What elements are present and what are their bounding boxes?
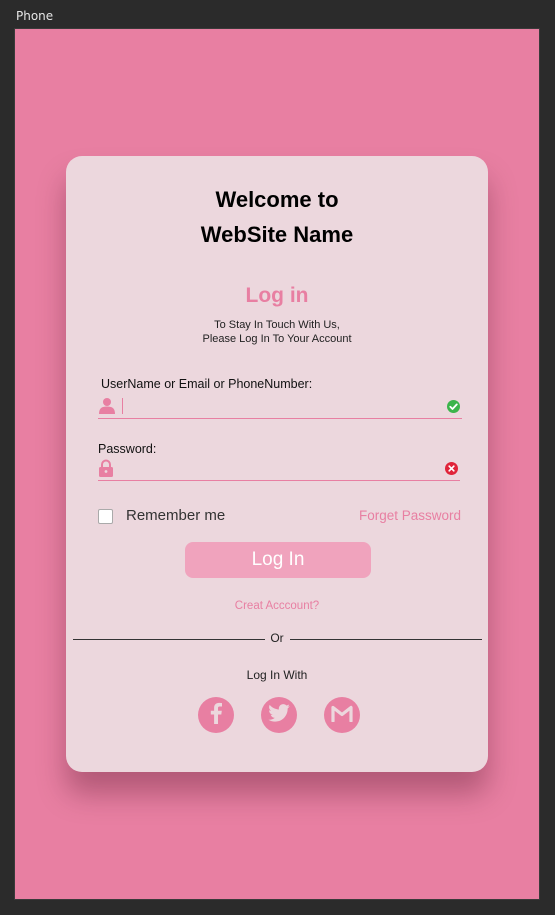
login-button[interactable]: Log In [185, 542, 371, 578]
remember-label[interactable]: Remember me [126, 507, 225, 524]
gmail-icon [331, 704, 353, 727]
username-input[interactable] [124, 396, 434, 416]
username-label: UserName or Email or PhoneNumber: [101, 377, 313, 391]
remember-checkbox[interactable] [98, 509, 113, 524]
login-heading: Log in [245, 284, 309, 307]
password-field[interactable] [98, 458, 460, 481]
welcome-line1: Welcome to [215, 187, 339, 212]
site-name: WebSite Name [200, 222, 354, 247]
divider-or: Or [270, 631, 284, 645]
password-label: Password: [98, 442, 157, 456]
phone-frame: Welcome to WebSite Name Log in To Stay I… [14, 28, 540, 900]
text-cursor [122, 398, 123, 414]
subtitle-line1: To Stay In Touch With Us, [214, 319, 340, 331]
error-icon [445, 462, 458, 480]
user-icon [99, 397, 115, 420]
login-card: Welcome to WebSite Name Log in To Stay I… [66, 156, 488, 772]
facebook-button[interactable] [198, 697, 234, 733]
forget-password-link[interactable]: Forget Password [359, 508, 461, 523]
twitter-icon [268, 703, 290, 727]
twitter-button[interactable] [261, 697, 297, 733]
subtitle-line2: Please Log In To Your Account [202, 333, 352, 345]
create-account-link[interactable]: Creat Acccount? [66, 600, 488, 612]
gmail-button[interactable] [324, 697, 360, 733]
password-input[interactable] [124, 458, 434, 478]
check-icon [447, 400, 460, 418]
lock-icon [99, 459, 113, 482]
divider-right [290, 639, 482, 640]
username-field[interactable] [98, 396, 462, 419]
facebook-icon [209, 702, 223, 729]
window-title: Phone [16, 9, 54, 23]
login-with-label: Log In With [246, 668, 308, 682]
